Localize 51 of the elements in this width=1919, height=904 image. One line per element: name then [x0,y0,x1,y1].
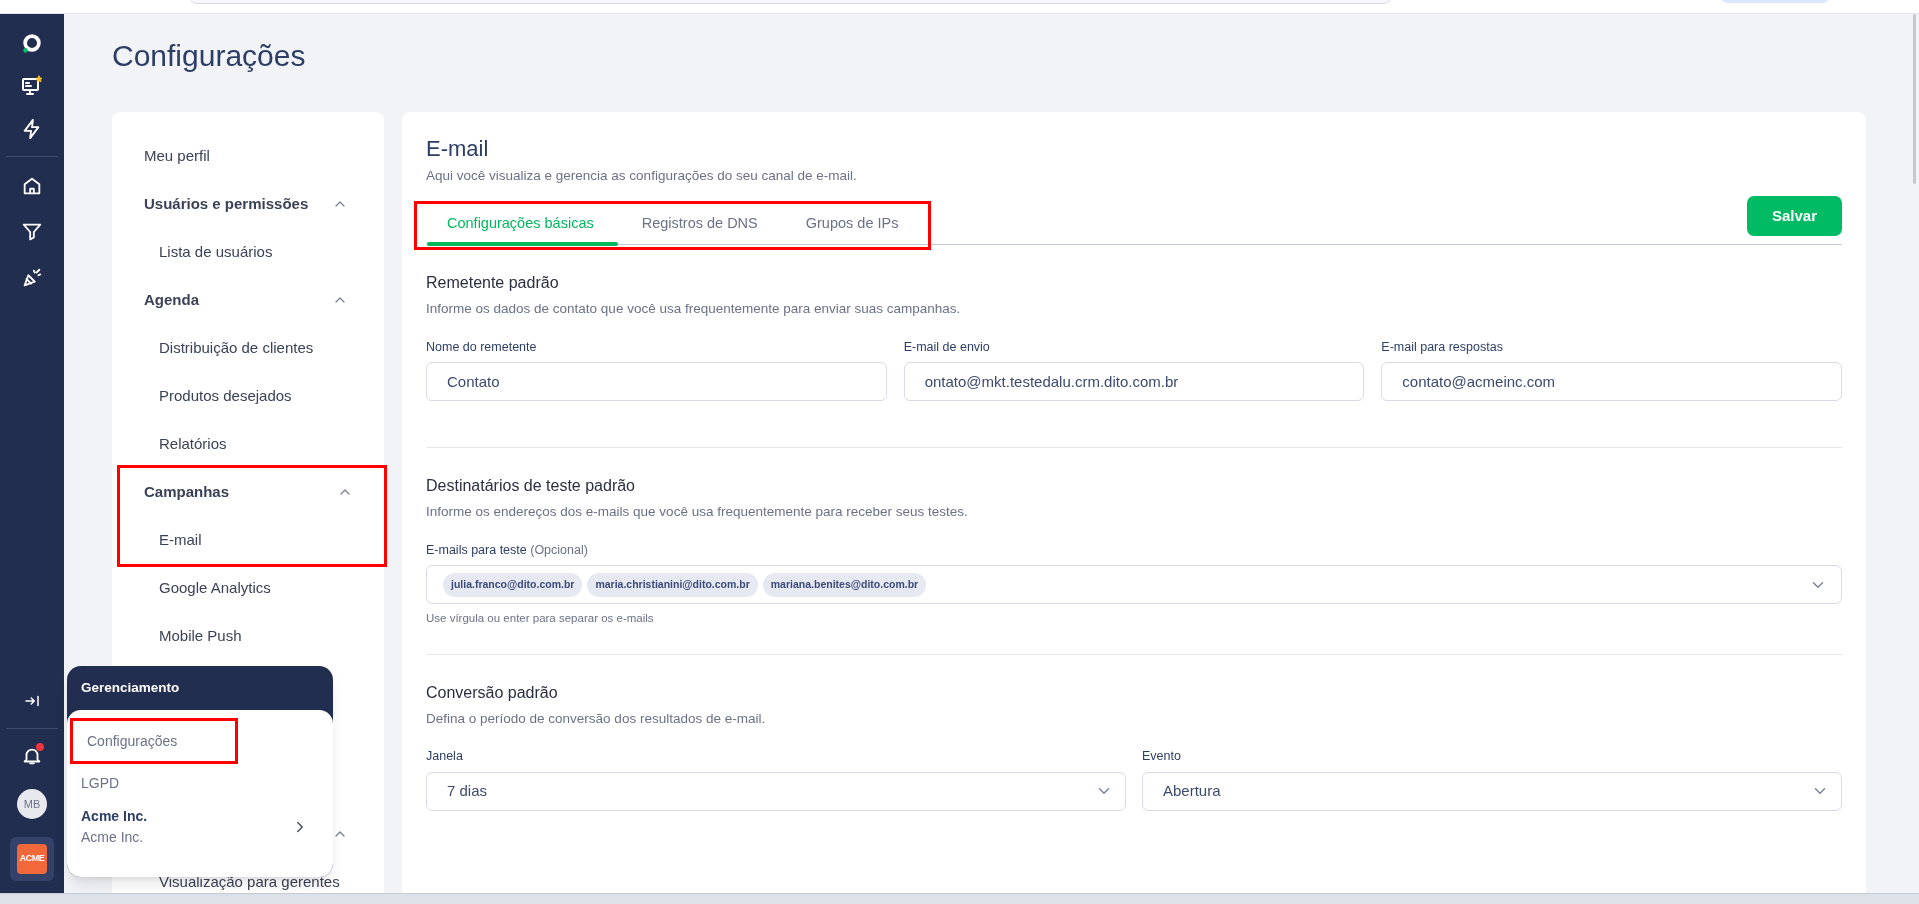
account-name: Acme Inc. [81,807,148,826]
menu-group-header[interactable]: Campanhas [144,480,230,504]
menu-item[interactable]: Meu perfil [112,132,384,180]
filter-icon[interactable] [21,221,43,243]
scrollbar[interactable] [1913,14,1916,184]
field-label: Janela [426,747,464,765]
page-title: Configurações [112,38,306,74]
tab[interactable]: Registros de DNS [617,204,782,245]
account-subtitle: Acme Inc. [81,828,145,847]
field-label: Evento [1142,747,1182,765]
menu-item[interactable]: E-mail [112,516,389,564]
menu-group-header[interactable]: Usuários e permissões [144,192,309,216]
tab[interactable]: Grupos de IPs [781,204,923,245]
field-label: E-mail para respostas [1381,338,1504,356]
section-subtitle: Aqui você visualiza e gerencia as configurações do seu canal de e-mail. [426,167,858,185]
avatar[interactable]: MB [17,789,47,819]
presentation-star-icon[interactable] [20,74,44,98]
party-popper-icon[interactable] [21,267,43,289]
input-field[interactable]: Contato [426,362,887,402]
menu-item[interactable]: Distribuição de clientes [112,324,384,372]
popup-title: Gerenciamento [80,678,181,697]
home-icon[interactable] [21,175,43,197]
menu-item[interactable]: Google Analytics [112,564,384,612]
logo-icon[interactable] [21,32,43,54]
email-chip[interactable]: julia.franco@dito.com.br [443,572,583,597]
field-label: E-mails para teste (Opcional) [426,541,589,559]
menu-item[interactable]: Produtos desejados [112,372,384,420]
section-description: Informe os dados de contato que você usa frequentemente para enviar suas campanhas. [426,300,962,319]
section-description: Informe os endereços dos e-mails que você usa frequentemente para receber seus testes. [426,503,969,522]
menu-item[interactable]: Mobile Push [112,612,384,660]
section-description: Defina o período de conversão dos resultados de e-mail. [426,709,767,728]
email-chip[interactable]: maria.christianini@dito.com.br [587,572,758,597]
input-field[interactable]: ontato@mkt.testedalu.crm.dito.com.br [903,362,1365,402]
helper-text: Use vírgula ou enter para separar os e-mails [426,611,655,627]
account-switcher[interactable]: Acme Inc. Acme Inc. [67,806,333,848]
email-chip[interactable]: mariana.benites@dito.com.br [762,572,927,597]
select-field[interactable]: Abertura [1142,771,1842,811]
section-heading: Remetente padrão [426,273,560,294]
field-label: E-mail de envio [903,338,991,356]
menu-group-header[interactable]: Agenda [144,288,199,312]
popup-menu-item[interactable]: LGPD [67,764,333,802]
popup-menu-item[interactable]: Configurações [70,718,238,764]
field-label: Nome do remetente [426,338,538,356]
input-field[interactable]: contato@acmeinc.com [1381,362,1842,402]
select-field[interactable]: 7 dias [426,771,1126,811]
menu-item[interactable]: Relatórios [112,420,384,468]
menu-item[interactable]: Lista de usuários [112,228,384,276]
section-title: E-mail [426,135,490,163]
section-heading: Conversão padrão [426,682,559,703]
email-chips-field[interactable]: julia.franco@dito.com.br maria.christianini@dito.com.br mariana.benites@dito.com.br [426,565,1842,605]
section-heading: Destinatários de teste padrão [426,476,636,497]
